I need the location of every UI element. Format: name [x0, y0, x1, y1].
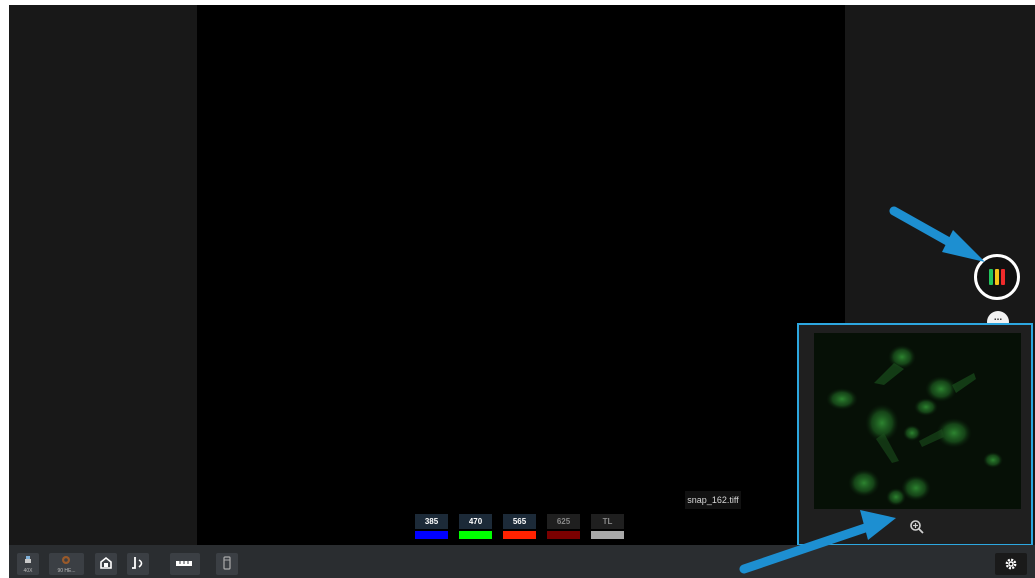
- channel-label: 385: [415, 514, 448, 529]
- scale-bar-icon: [176, 561, 192, 566]
- zoom-in-icon[interactable]: [909, 519, 925, 540]
- camera-settings-icon: [100, 556, 112, 569]
- channel-color-bar: [459, 531, 492, 539]
- gear-icon: [1005, 558, 1017, 570]
- filter-turret-icon: [62, 556, 70, 564]
- channel-385-button[interactable]: 385: [415, 514, 448, 539]
- channel-selector: 385 470 565 625 TL: [415, 514, 624, 539]
- channel-label: TL: [591, 514, 624, 529]
- channel-565-button[interactable]: 565: [503, 514, 536, 539]
- channel-color-bar: [503, 531, 536, 539]
- image-viewer[interactable]: snap_162.tiff: [197, 5, 845, 545]
- vessel-icon: [223, 556, 231, 570]
- channel-label: 470: [459, 514, 492, 529]
- light-path-button[interactable]: [127, 553, 149, 575]
- filter-turret-label: 90 HE...: [57, 568, 76, 574]
- channel-color-bar: [591, 531, 624, 539]
- thumbnail-panel: [797, 323, 1033, 546]
- microscope-app: snap_162.tiff 385 470 565 625 TL ... 40X…: [9, 5, 1035, 578]
- channel-color-bar: [547, 531, 580, 539]
- color-bars-icon: [989, 269, 993, 285]
- camera-settings-button[interactable]: [95, 553, 117, 575]
- color-bars-icon: [995, 269, 999, 285]
- bottom-toolbar: 40X 90 HE...: [9, 545, 1035, 578]
- objective-icon: [25, 556, 31, 563]
- cells-image: [814, 333, 1021, 509]
- channel-470-button[interactable]: 470: [459, 514, 492, 539]
- settings-button[interactable]: [995, 553, 1027, 575]
- light-path-icon: [132, 557, 143, 569]
- lut-adjust-button[interactable]: [974, 254, 1020, 300]
- filter-turret-button[interactable]: 90 HE...: [49, 553, 84, 575]
- objective-label: 40X: [23, 568, 33, 574]
- thumbnail-image[interactable]: [814, 333, 1021, 509]
- channel-label: 625: [547, 514, 580, 529]
- channel-color-bar: [415, 531, 448, 539]
- channel-tl-button[interactable]: TL: [591, 514, 624, 539]
- scale-bar-button[interactable]: [170, 553, 200, 575]
- color-bars-icon: [1001, 269, 1005, 285]
- channel-625-button[interactable]: 625: [547, 514, 580, 539]
- channel-label: 565: [503, 514, 536, 529]
- objective-button[interactable]: 40X: [17, 553, 39, 575]
- image-filename: snap_162.tiff: [685, 491, 741, 509]
- vessel-button[interactable]: [216, 553, 238, 575]
